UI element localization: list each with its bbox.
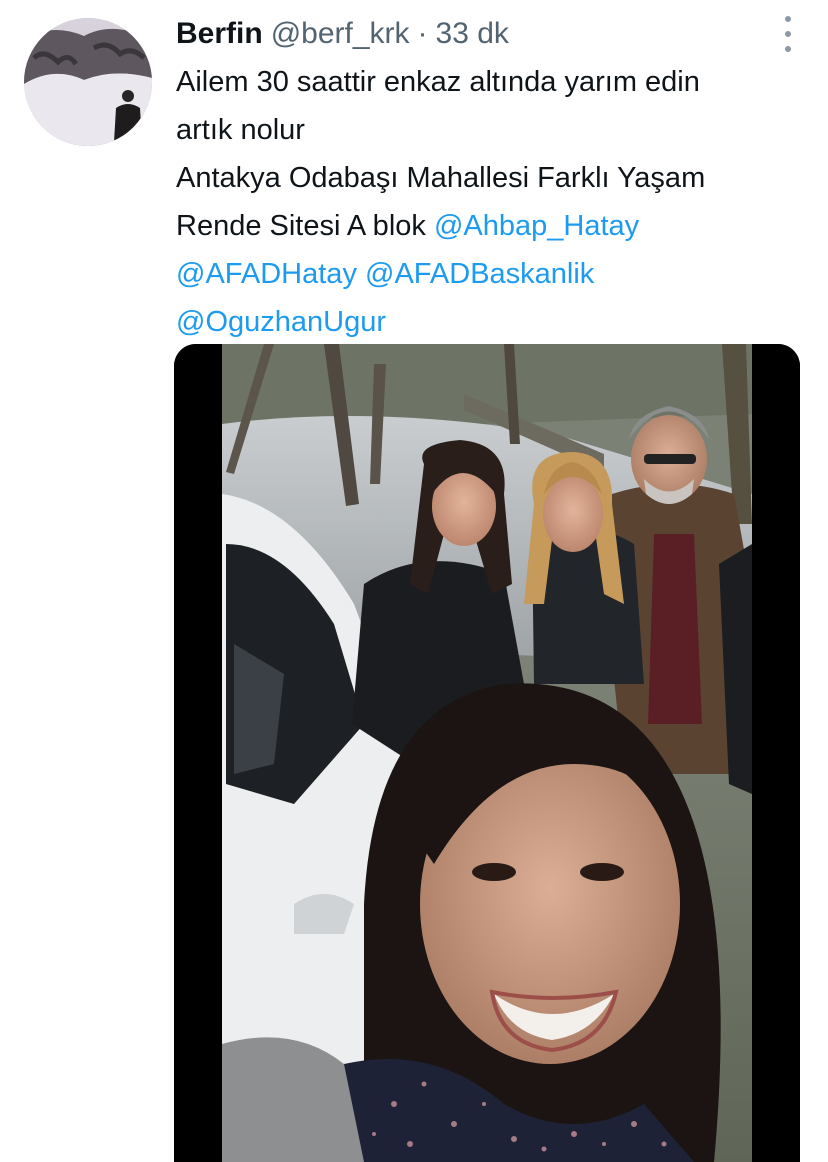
mention-link[interactable]: @AFADHatay [176,258,357,290]
text-line: artık nolur [176,114,305,146]
dot [785,31,791,37]
timestamp[interactable]: 33 dk [436,14,509,54]
tweet[interactable]: Berfin @berf_krk · 33 dk Ailem 30 saatti… [0,0,828,1162]
author-handle[interactable]: @berf_krk [271,14,410,54]
mention-link[interactable]: @OguzhanUgur [176,306,386,338]
avatar-image [24,18,152,146]
avatar[interactable] [24,18,152,146]
dot [785,16,791,22]
author-name[interactable]: Berfin [176,14,263,54]
tweet-photo[interactable] [174,344,800,1162]
photo-image [174,344,800,1162]
tweet-text: Ailem 30 saattir enkaz altında yarım edi… [176,58,816,346]
text-line: @OguzhanUgur [176,298,816,346]
tweet-header: Berfin @berf_krk · 33 dk [176,14,768,54]
dot [785,46,791,52]
text-line: Antakya Odabaşı Mahallesi Farklı Yaşam [176,162,706,194]
mention-link[interactable]: @Ahbap_Hatay [434,210,639,242]
text-line: Ailem 30 saattir enkaz altında yarım edi… [176,66,700,98]
text-line: @AFADHatay @AFADBaskanlik [176,250,816,298]
more-vertical-icon[interactable] [778,16,798,52]
mention-link[interactable]: @AFADBaskanlik [365,258,594,290]
separator: · [417,17,428,50]
text-line: Rende Sitesi A blok @Ahbap_Hatay [176,202,816,250]
text-fragment: Rende Sitesi A blok [176,210,426,242]
